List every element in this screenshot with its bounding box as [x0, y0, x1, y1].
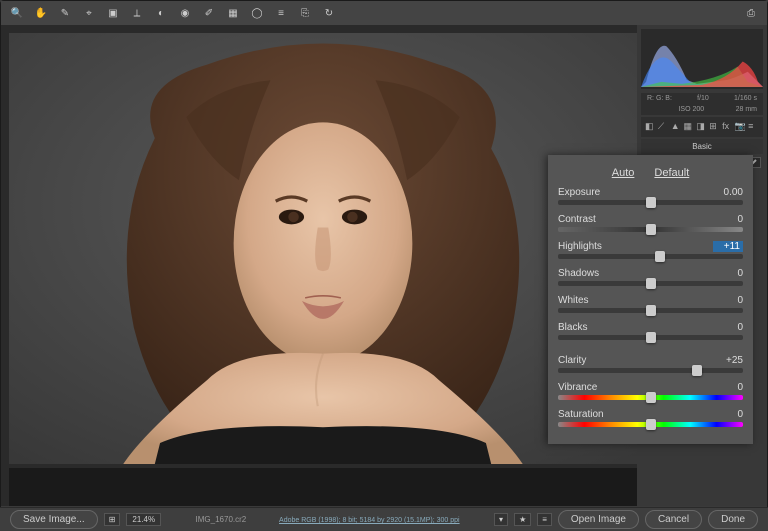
panel-tabs: ◧ ⟋ ▲ ▦ ◨ ⊞ fx 📷 ≡ [641, 117, 763, 137]
hand-tool-icon[interactable]: ✋ [33, 5, 49, 21]
slider-shadows: Shadows 0 [558, 268, 743, 286]
slider-value[interactable]: +11 [713, 241, 743, 252]
grid-view-icon[interactable]: ⊞ [104, 513, 121, 526]
slider-clarity: Clarity +25 [558, 355, 743, 373]
slider-thumb[interactable] [655, 251, 665, 262]
filmstrip [9, 468, 637, 506]
slider-vibrance: Vibrance 0 [558, 382, 743, 400]
menu-icon[interactable]: ≡ [537, 513, 552, 526]
slider-value[interactable]: 0 [713, 409, 743, 420]
slider-label: Vibrance [558, 382, 597, 393]
slider-track[interactable] [558, 368, 743, 373]
slider-label: Saturation [558, 409, 604, 420]
slider-value[interactable]: 0 [713, 382, 743, 393]
straighten-icon[interactable]: ⟂ [129, 5, 145, 21]
slider-track[interactable] [558, 254, 743, 259]
slider-track[interactable] [558, 281, 743, 286]
rating-icon[interactable]: ★ [514, 513, 531, 526]
redeye-icon[interactable]: ◉ [177, 5, 193, 21]
slider-contrast: Contrast 0 [558, 214, 743, 232]
spot-icon[interactable]: ◐ [153, 5, 169, 21]
slider-exposure: Exposure 0.00 [558, 187, 743, 205]
slider-value[interactable]: 0 [713, 295, 743, 306]
slider-highlights: Highlights +11 [558, 241, 743, 259]
cancel-button[interactable]: Cancel [645, 510, 702, 529]
camera-readout: R: G: B: f/10 1/160 s [641, 93, 763, 104]
slider-thumb[interactable] [646, 419, 656, 430]
curve-tab-icon[interactable]: ⟋ [658, 121, 669, 133]
slider-label: Highlights [558, 241, 602, 252]
fx-tab-icon[interactable]: fx [722, 121, 733, 133]
slider-thumb[interactable] [646, 278, 656, 289]
radial-icon[interactable]: ◯ [249, 5, 265, 21]
camera-tab-icon[interactable]: 📷 [735, 121, 746, 133]
gradient-icon[interactable]: ▦ [225, 5, 241, 21]
filter-icon[interactable]: ▾ [494, 513, 508, 526]
save-image-button[interactable]: Save Image... [10, 510, 98, 529]
image-viewer[interactable] [9, 33, 637, 464]
lens-tab-icon[interactable]: ⊞ [709, 121, 720, 133]
done-button[interactable]: Done [708, 510, 758, 529]
crop-icon[interactable]: ▣ [105, 5, 121, 21]
canvas-area [1, 25, 637, 506]
presets-icon[interactable]: ≡ [273, 5, 289, 21]
slider-thumb[interactable] [646, 332, 656, 343]
histogram[interactable] [641, 29, 763, 89]
slider-label: Blacks [558, 322, 587, 333]
hsl-tab-icon[interactable]: ▦ [684, 121, 695, 133]
slider-value[interactable]: 0 [713, 268, 743, 279]
filename-label: IMG_1670.cr2 [196, 515, 247, 524]
basic-tab-icon[interactable]: ◧ [645, 121, 656, 133]
basic-panel-header: Basic [641, 139, 763, 154]
adjustments-panel: Auto Default Exposure 0.00 Contrast 0 Highli… [548, 155, 753, 444]
slider-whites: Whites 0 [558, 295, 743, 313]
sampler-icon[interactable]: ⌖ [81, 5, 97, 21]
slider-track[interactable] [558, 308, 743, 313]
auto-button[interactable]: Auto [612, 167, 635, 179]
footer-bar: Save Image... ⊞ 21.4% IMG_1670.cr2 Adobe… [0, 507, 768, 531]
zoom-tool-icon[interactable]: 🔍 [9, 5, 25, 21]
slider-label: Clarity [558, 355, 586, 366]
slider-value[interactable]: 0.00 [713, 187, 743, 198]
metadata-link[interactable]: Adobe RGB (1998); 8 bit; 5184 by 2920 (1… [279, 517, 460, 524]
slider-label: Exposure [558, 187, 600, 198]
snapshots-icon[interactable]: ⎘ [297, 5, 313, 21]
slider-label: Whites [558, 295, 589, 306]
slider-track[interactable] [558, 395, 743, 400]
slider-blacks: Blacks 0 [558, 322, 743, 340]
slider-thumb[interactable] [646, 392, 656, 403]
rotate-icon[interactable]: ↻ [321, 5, 337, 21]
slider-value[interactable]: 0 [713, 214, 743, 225]
slider-track[interactable] [558, 335, 743, 340]
zoom-level[interactable]: 21.4% [126, 513, 161, 526]
slider-label: Contrast [558, 214, 596, 225]
preferences-icon[interactable]: ⎙ [743, 5, 759, 21]
camera-readout-2: ISO 200 28 mm [641, 104, 763, 115]
top-toolbar: 🔍 ✋ ✎ ⌖ ▣ ⟂ ◐ ◉ ✐ ▦ ◯ ≡ ⎘ ↻ ⎙ [1, 1, 767, 25]
presets-tab-icon[interactable]: ≡ [748, 121, 759, 133]
default-button[interactable]: Default [654, 167, 689, 179]
slider-label: Shadows [558, 268, 599, 279]
slider-thumb[interactable] [646, 197, 656, 208]
slider-track[interactable] [558, 227, 743, 232]
slider-track[interactable] [558, 422, 743, 427]
open-image-button[interactable]: Open Image [558, 510, 639, 529]
split-tab-icon[interactable]: ◨ [696, 121, 707, 133]
slider-value[interactable]: +25 [713, 355, 743, 366]
slider-thumb[interactable] [646, 224, 656, 235]
slider-track[interactable] [558, 200, 743, 205]
detail-tab-icon[interactable]: ▲ [671, 121, 682, 133]
slider-value[interactable]: 0 [713, 322, 743, 333]
slider-thumb[interactable] [692, 365, 702, 376]
eyedropper-icon[interactable]: ✎ [57, 5, 73, 21]
brush-icon[interactable]: ✐ [201, 5, 217, 21]
slider-saturation: Saturation 0 [558, 409, 743, 427]
portrait-image [9, 33, 637, 464]
slider-thumb[interactable] [646, 305, 656, 316]
